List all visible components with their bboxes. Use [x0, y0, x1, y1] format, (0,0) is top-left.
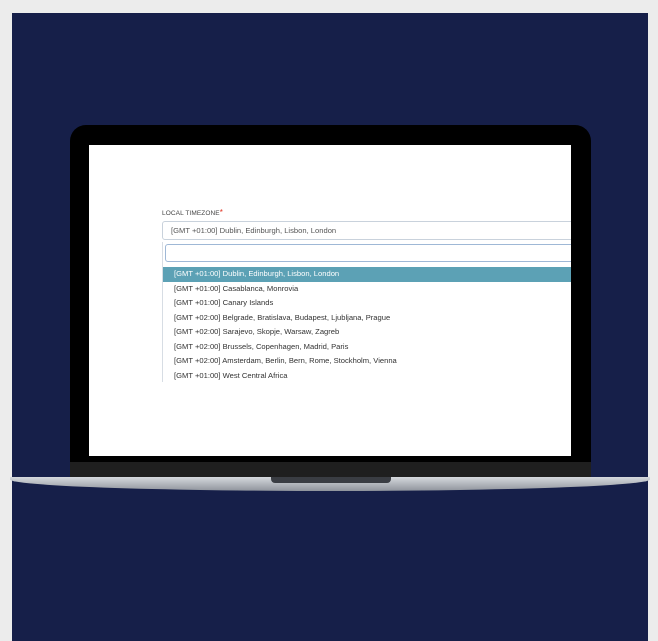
laptop-hinge — [70, 462, 591, 477]
timezone-dropdown: [GMT +01:00] Dublin, Edinburgh, Lisbon, … — [162, 242, 571, 382]
timezone-option[interactable]: [GMT +01:00] Dublin, Edinburgh, Lisbon, … — [163, 267, 571, 282]
required-mark: * — [219, 208, 223, 217]
dropdown-search-input[interactable] — [165, 244, 571, 262]
laptop-screen: LOCAL TIMEZONE* [GMT +01:00] Dublin, Edi… — [89, 145, 571, 456]
timezone-label-text: LOCAL TIMEZONE — [162, 210, 220, 217]
timezone-option[interactable]: [GMT +02:00] Amsterdam, Berlin, Bern, Ro… — [163, 354, 571, 369]
timezone-options-list: [GMT +01:00] Dublin, Edinburgh, Lisbon, … — [163, 267, 571, 383]
timezone-option[interactable]: [GMT +02:00] Brussels, Copenhagen, Madri… — [163, 340, 571, 355]
timezone-option[interactable]: [GMT +01:00] Casablanca, Monrovia — [163, 282, 571, 297]
timezone-select[interactable]: [GMT +01:00] Dublin, Edinburgh, Lisbon, … — [162, 221, 571, 240]
timezone-option[interactable]: [GMT +01:00] West Central Africa — [163, 369, 571, 384]
timezone-option[interactable]: [GMT +02:00] Belgrade, Bratislava, Budap… — [163, 311, 571, 326]
timezone-label: LOCAL TIMEZONE* — [162, 208, 223, 217]
laptop-notch — [271, 477, 391, 483]
timezone-option[interactable]: [GMT +01:00] Canary Islands — [163, 296, 571, 311]
timezone-option[interactable]: [GMT +02:00] Sarajevo, Skopje, Warsaw, Z… — [163, 325, 571, 340]
